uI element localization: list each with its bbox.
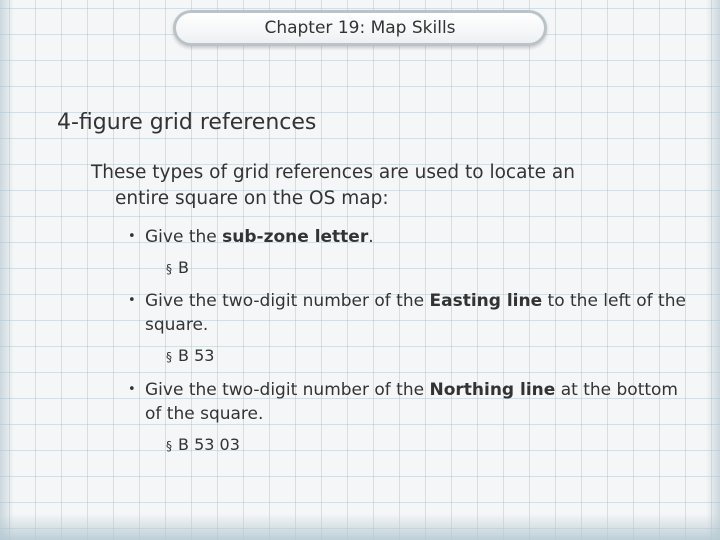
bullet-item: • Give the two-digit number of the North… <box>128 378 688 426</box>
intro-line-1: These types of grid references are used … <box>91 162 575 183</box>
sub-bullet-item: § B 53 <box>166 345 214 368</box>
sub-bullet-item: § B 53 03 <box>166 434 240 457</box>
sub-bullet-text: B <box>178 258 189 277</box>
intro-paragraph: These types of grid references are used … <box>91 160 651 212</box>
slide-frame-right <box>706 0 720 540</box>
sub-bullet-text: B 53 03 <box>178 435 240 454</box>
bullet-marker: • <box>128 293 136 308</box>
bullet-bold-term: Northing line <box>429 380 556 400</box>
slide-title-banner: Chapter 19: Map Skills <box>173 10 547 46</box>
intro-line-2: entire square on the OS map: <box>115 188 389 209</box>
sub-bullet-marker: § <box>166 439 172 453</box>
bullet-text-part: . <box>368 227 374 247</box>
bullet-text-part: Give the two-digit number of the <box>145 380 430 400</box>
bullet-text-part: Give the two-digit number of the <box>145 291 430 311</box>
bullet-marker: • <box>128 382 136 397</box>
bullet-item: • Give the sub-zone letter. <box>128 225 688 249</box>
sub-bullet-marker: § <box>166 262 172 276</box>
bullet-item: • Give the two-digit number of the Easti… <box>128 289 688 337</box>
bullet-bold-term: Easting line <box>429 291 543 311</box>
sub-bullet-item: § B <box>166 257 189 280</box>
bullet-text: Give the two-digit number of the Easting… <box>145 289 688 337</box>
section-heading: 4-figure grid references <box>57 110 317 135</box>
bullet-text: Give the two-digit number of the Northin… <box>145 378 688 426</box>
bullet-bold-term: sub-zone letter <box>222 227 369 247</box>
bullet-marker: • <box>128 229 136 244</box>
sub-bullet-marker: § <box>166 350 172 364</box>
sub-bullet-text: B 53 <box>178 346 215 365</box>
slide-frame-left <box>0 0 14 540</box>
bullet-text-part: Give the <box>145 227 223 247</box>
slide-title: Chapter 19: Map Skills <box>264 18 456 38</box>
bullet-text: Give the sub-zone letter. <box>145 225 688 249</box>
slide-frame-bottom <box>0 514 720 540</box>
